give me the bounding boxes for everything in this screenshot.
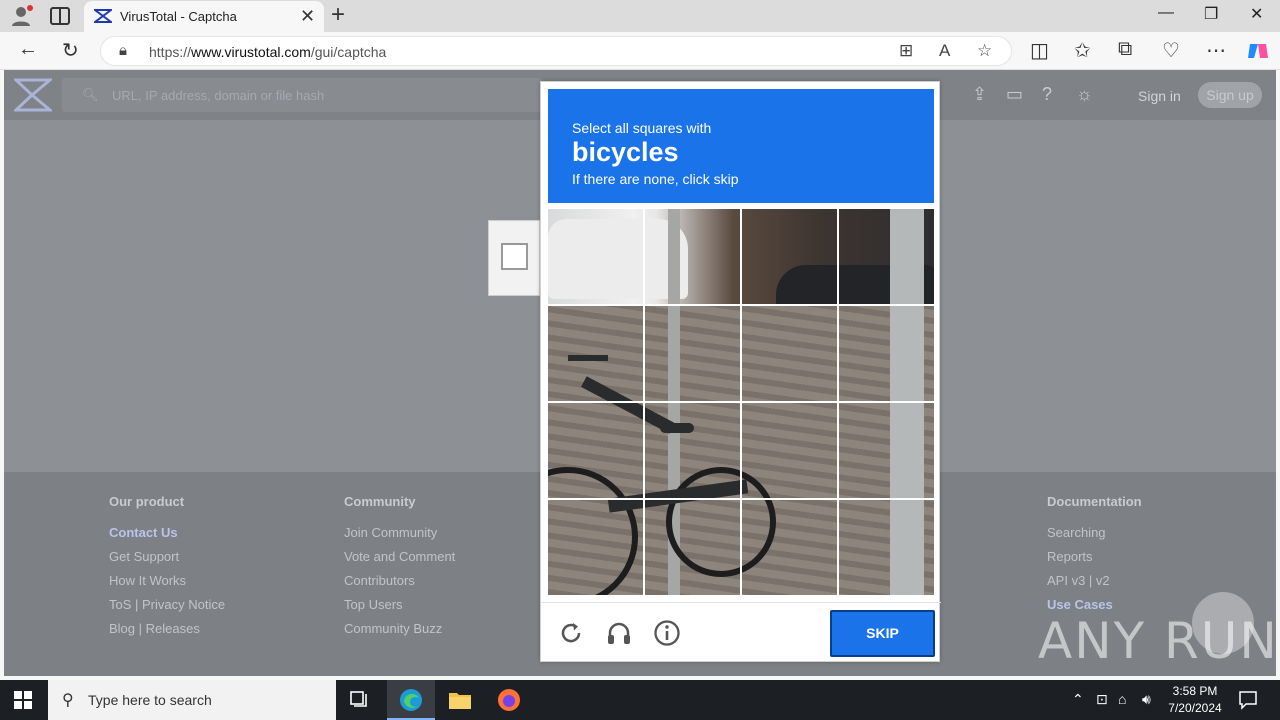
firefox-icon[interactable] [485, 680, 533, 720]
captcha-prompt: Select all squares with bicycles If ther… [548, 89, 934, 203]
profile-icon[interactable] [10, 5, 34, 27]
captcha-checkbox[interactable] [501, 243, 528, 270]
footer-heading: Our product [109, 494, 185, 509]
notification-center-icon[interactable] [1238, 690, 1258, 710]
vt-search-input[interactable]: 🔍︎ URL, IP address, domain or file hash [62, 78, 542, 112]
footer-link[interactable]: Top Users [344, 597, 455, 614]
footer-link[interactable]: Join Community [344, 525, 455, 542]
captcha-challenge-dialog: Select all squares with bicycles If ther… [540, 81, 941, 663]
anyrun-watermark: ANY RUN [1038, 612, 1279, 670]
browser-essentials-icon[interactable]: ♡ [1162, 38, 1180, 63]
close-window-button[interactable]: ✕ [1250, 4, 1263, 24]
upload-icon[interactable]: ⇪ [972, 84, 987, 105]
virustotal-favicon-icon [94, 9, 112, 23]
footer-link[interactable]: Blog | Releases [109, 621, 225, 638]
footer-link[interactable]: Get Support [109, 549, 225, 566]
audio-challenge-icon[interactable] [605, 619, 633, 647]
footer-link[interactable]: ToS | Privacy Notice [109, 597, 225, 614]
footer-heading: Documentation [1047, 494, 1142, 509]
windows-taskbar: ⚲ Type here to search ⌃ ⊡ ⌂ 🔊︎ 3:58 PM 7… [0, 680, 1280, 720]
more-options-icon[interactable]: ⋯ [1206, 38, 1226, 63]
grid-line [548, 304, 934, 306]
windows-start-icon[interactable] [14, 691, 32, 709]
grid-line [548, 498, 934, 500]
url-text: https://www.virustotal.com/gui/captcha [149, 44, 387, 60]
tab-close-icon[interactable]: ✕ [300, 6, 315, 27]
favorites-icon[interactable]: ✩ [1074, 38, 1091, 63]
favorite-star-icon[interactable]: ☆ [977, 41, 992, 61]
lock-icon: 🔒︎ [119, 42, 127, 59]
taskbar-clock[interactable]: 3:58 PM 7/20/2024 [1160, 683, 1230, 717]
network-icon[interactable]: ⌂ [1118, 691, 1126, 707]
virustotal-logo-icon[interactable] [14, 78, 52, 112]
footer-link[interactable]: API v3 | v2 [1047, 573, 1142, 590]
file-explorer-icon[interactable] [436, 680, 484, 720]
browser-tab-active[interactable]: VirusTotal - Captcha ✕ [84, 1, 324, 32]
back-icon[interactable]: ← [18, 38, 38, 61]
info-icon[interactable] [653, 619, 681, 647]
footer-col-product: Our product Contact Us Get Support How I… [109, 494, 225, 645]
refresh-icon[interactable] [557, 619, 585, 647]
footer-link[interactable]: Contact Us [109, 525, 225, 542]
split-screen-icon[interactable]: ◫ [1030, 38, 1049, 63]
tray-chevron-icon[interactable]: ⌃ [1072, 691, 1084, 708]
edge-taskbar-icon[interactable] [387, 680, 435, 720]
search-icon: ⚲ [62, 692, 74, 709]
notifications-icon[interactable]: ▭ [1006, 84, 1023, 105]
help-icon[interactable]: ? [1042, 84, 1052, 105]
footer-link[interactable]: Contributors [344, 573, 455, 590]
captcha-checkbox-box [488, 220, 540, 296]
minimize-button[interactable]: — [1158, 4, 1174, 22]
captcha-footer: SKIP [541, 602, 941, 663]
skip-button[interactable]: SKIP [830, 610, 935, 657]
taskbar-search-placeholder: Type here to search [88, 692, 212, 708]
tray-app-icon[interactable]: ⊡ [1096, 691, 1108, 708]
footer-link[interactable]: Community Buzz [344, 621, 455, 638]
sign-in-link[interactable]: Sign in [1138, 88, 1181, 104]
grid-line [548, 401, 934, 403]
new-tab-button[interactable]: + [331, 1, 345, 29]
tab-actions-icon[interactable] [50, 7, 70, 25]
clock-date: 7/20/2024 [1168, 701, 1222, 715]
captcha-hint: If there are none, click skip [572, 171, 739, 187]
captcha-instruction: Select all squares with [572, 120, 712, 136]
theme-icon[interactable]: ☼ [1076, 84, 1093, 105]
clock-time: 3:58 PM [1172, 684, 1218, 698]
taskbar-search-box[interactable]: ⚲ Type here to search [48, 680, 336, 720]
bicycle-handlebar [568, 355, 608, 361]
captcha-image-grid [548, 209, 934, 595]
browser-toolbar: ← ↻ 🔒︎ https://www.virustotal.com/gui/ca… [0, 32, 1280, 70]
footer-link[interactable]: Vote and Comment [344, 549, 455, 566]
bicycle-seat [660, 423, 694, 433]
search-icon: 🔍︎ [82, 87, 99, 102]
search-placeholder: URL, IP address, domain or file hash [112, 88, 325, 103]
footer-col-documentation: Documentation Searching Reports API v3 |… [1047, 494, 1142, 621]
footer-link[interactable]: Searching [1047, 525, 1142, 542]
reload-icon[interactable]: ↻ [62, 38, 79, 63]
captcha-target: bicycles [572, 137, 679, 167]
app-available-icon[interactable]: ⊞ [899, 41, 913, 61]
address-bar[interactable]: 🔒︎ https://www.virustotal.com/gui/captch… [100, 36, 1012, 66]
footer-link[interactable]: How It Works [109, 573, 225, 590]
white-car-image [548, 219, 688, 299]
volume-icon[interactable]: 🔊︎ [1142, 691, 1151, 708]
read-aloud-icon[interactable]: A [939, 41, 950, 61]
footer-col-community: Community Join Community Vote and Commen… [344, 494, 455, 645]
footer-heading: Community [344, 494, 416, 509]
task-view-icon[interactable] [336, 680, 384, 720]
sign-up-button[interactable]: Sign up [1198, 82, 1262, 108]
collections-icon[interactable]: ⧉ [1118, 38, 1132, 61]
copilot-icon[interactable] [1246, 40, 1270, 62]
footer-link[interactable]: Reports [1047, 549, 1142, 566]
maximize-button[interactable]: ❐ [1204, 4, 1218, 24]
tab-title: VirusTotal - Captcha [120, 9, 237, 24]
browser-tab-strip: VirusTotal - Captcha ✕ + — ❐ ✕ [0, 0, 1280, 32]
